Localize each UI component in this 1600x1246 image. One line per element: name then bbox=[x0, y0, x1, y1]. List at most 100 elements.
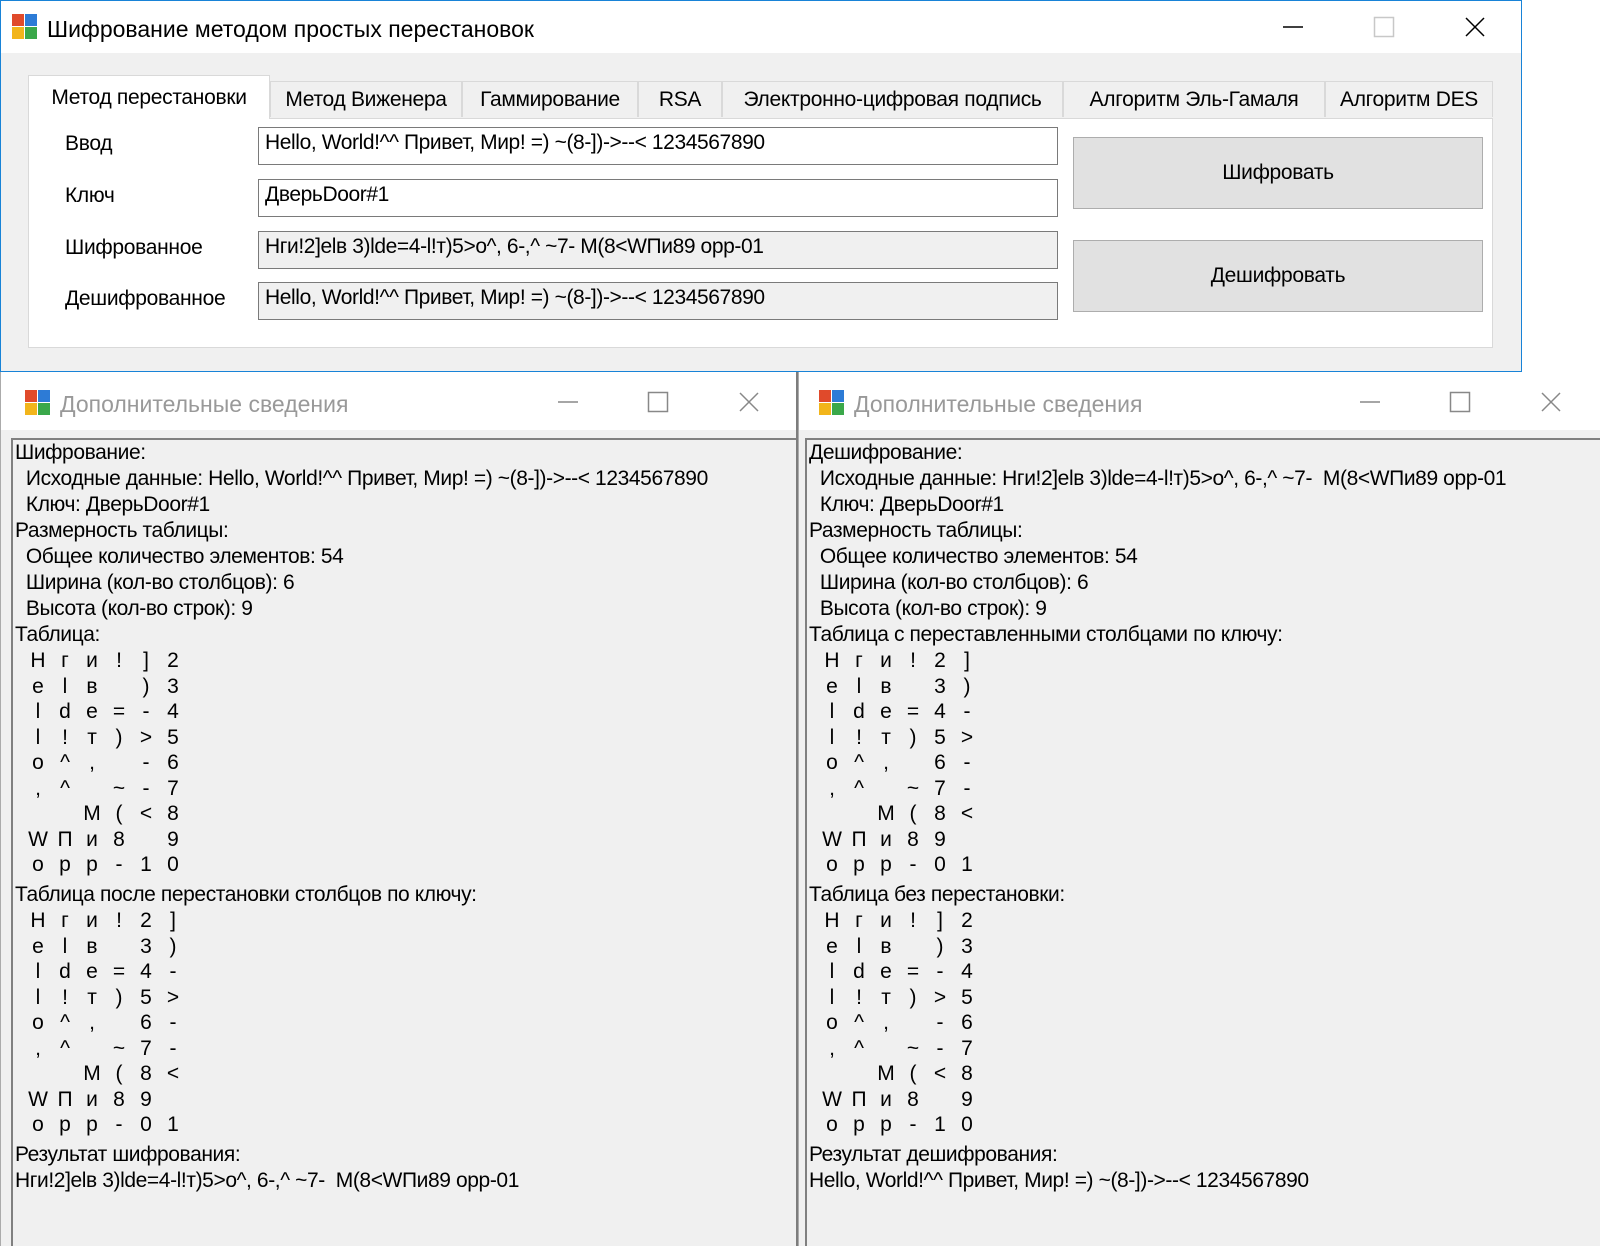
encrypt-button[interactable]: Шифровать bbox=[1073, 137, 1483, 209]
table-cell: в bbox=[86, 934, 98, 958]
table-cell: o bbox=[826, 1113, 838, 1136]
table-cell: 9 bbox=[961, 1087, 973, 1111]
close-button[interactable] bbox=[1452, 7, 1498, 47]
minimize-button[interactable] bbox=[1347, 382, 1393, 422]
maximize-button[interactable] bbox=[635, 382, 681, 422]
table-cell: ) bbox=[963, 674, 971, 698]
table-cell: = bbox=[112, 960, 126, 983]
app-icon bbox=[12, 14, 38, 40]
table-cell: e bbox=[826, 934, 838, 958]
table-cell: < bbox=[960, 802, 974, 825]
table-cell: d bbox=[853, 960, 865, 983]
table-cell: l bbox=[35, 700, 41, 723]
table-cell: 4 bbox=[961, 960, 973, 983]
table-cell: ! bbox=[910, 909, 916, 932]
table-cell: 0 bbox=[167, 853, 179, 876]
table-cell: ! bbox=[856, 725, 862, 749]
width-line: Ширина (кол-во столбцов): 6 bbox=[809, 571, 1089, 594]
table-cell: l bbox=[856, 934, 862, 958]
table-cell: 0 bbox=[961, 1113, 973, 1136]
decrypted-field[interactable]: Hello, World!^^ Привет, Мир! =) ~(8-])->… bbox=[258, 282, 1058, 320]
maximize-button[interactable] bbox=[1361, 7, 1407, 47]
key-field[interactable]: ДверьDoor#1 bbox=[258, 179, 1058, 217]
table-cell: 8 bbox=[934, 802, 946, 825]
minimize-icon bbox=[1283, 26, 1303, 28]
table-cell: e bbox=[32, 674, 44, 698]
table-cell: в bbox=[880, 934, 892, 958]
close-button[interactable] bbox=[1528, 382, 1574, 422]
table-cell: e bbox=[826, 674, 838, 698]
tab-des[interactable]: Алгоритм DES bbox=[1325, 81, 1493, 117]
main-titlebar[interactable]: Шифрование методом простых перестановок bbox=[1, 1, 1521, 53]
section-header: Дешифрование: bbox=[809, 441, 963, 464]
result-line: Hги!2]elв 3)lde=4-l!т)5>o^, 6-,^ ~7- M(8… bbox=[15, 1169, 519, 1192]
tab-rsa[interactable]: RSA bbox=[638, 81, 722, 117]
table-cell: ^ bbox=[854, 776, 864, 800]
table-cell: 8 bbox=[113, 827, 125, 851]
table-cell: M bbox=[877, 802, 895, 825]
table-cell: - bbox=[936, 1036, 944, 1060]
info-left-titlebar[interactable]: Дополнительные сведения bbox=[1, 372, 796, 430]
tab-permutation[interactable]: Метод перестановки bbox=[28, 75, 270, 119]
label-decrypted: Дешифрованное bbox=[65, 287, 226, 310]
input-field[interactable]: Hello, World!^^ Привет, Мир! =) ~(8-])->… bbox=[258, 127, 1058, 165]
info-right-titlebar[interactable]: Дополнительные сведения bbox=[799, 372, 1600, 430]
main-window: Шифрование методом простых перестановок … bbox=[0, 0, 1522, 372]
table-cell: = bbox=[906, 960, 920, 983]
table-cell: d bbox=[853, 700, 865, 723]
table-cell: p bbox=[880, 853, 892, 876]
table-cell: и bbox=[86, 649, 98, 672]
encrypted-field[interactable]: Hги!2]elв 3)lde=4-l!т)5>o^, 6-,^ ~7- M(8… bbox=[258, 231, 1058, 269]
tab-gamma[interactable]: Гаммирование bbox=[462, 81, 638, 117]
table-cell: l bbox=[35, 985, 41, 1009]
decrypt-button[interactable]: Дешифровать bbox=[1073, 240, 1483, 312]
table-cell: 9 bbox=[167, 827, 179, 851]
minimize-button[interactable] bbox=[1270, 7, 1316, 47]
label-input: Ввод bbox=[65, 132, 113, 155]
tab-elgamal[interactable]: Алгоритм Эль-Гамаля bbox=[1063, 81, 1325, 117]
info-left-title: Дополнительные сведения bbox=[60, 391, 349, 417]
table-cell: 5 bbox=[934, 725, 946, 749]
table-cell: - bbox=[169, 1011, 177, 1034]
table-cell: 1 bbox=[934, 1113, 946, 1136]
table-cell: e bbox=[880, 960, 892, 983]
table-cell: ~ bbox=[906, 1036, 920, 1060]
maximize-icon bbox=[1449, 391, 1471, 413]
table-cell: > bbox=[933, 985, 947, 1009]
table-cell: ! bbox=[910, 649, 916, 672]
table-cell: o bbox=[32, 1011, 44, 1034]
table-cell: ! bbox=[116, 649, 122, 672]
table-cell: - bbox=[142, 776, 150, 800]
table-cell: 4 bbox=[140, 960, 152, 983]
table-cell: 1 bbox=[167, 1113, 179, 1136]
table-cell: ] bbox=[964, 649, 970, 672]
minimize-button[interactable] bbox=[545, 382, 591, 422]
total-line: Общее количество элементов: 54 bbox=[809, 545, 1138, 568]
table-cell: ^ bbox=[60, 1011, 70, 1034]
info-right-text[interactable]: Дешифрование: Исходные данные: Hги!2]elв… bbox=[805, 438, 1600, 1246]
table-cell: H bbox=[824, 649, 840, 672]
table-cell: , bbox=[883, 1011, 889, 1034]
table-cell: p bbox=[853, 853, 865, 876]
table-cell: - bbox=[169, 960, 177, 983]
table-cell: 5 bbox=[167, 725, 179, 749]
table-cell: 3 bbox=[934, 674, 946, 698]
table-cell: ^ bbox=[854, 1011, 864, 1034]
info-left-text[interactable]: Шифрование: Исходные данные: Hello, Worl… bbox=[11, 438, 796, 1246]
maximize-button[interactable] bbox=[1437, 382, 1483, 422]
minimize-icon bbox=[1360, 401, 1380, 403]
info-right-title: Дополнительные сведения bbox=[854, 391, 1143, 417]
table-cell: г bbox=[855, 909, 863, 932]
table-cell: o bbox=[32, 1113, 44, 1136]
table-cell: p bbox=[59, 853, 71, 876]
table-cell: 4 bbox=[167, 700, 179, 723]
height-line: Высота (кол-во строк): 9 bbox=[809, 597, 1047, 620]
tab-vigenere[interactable]: Метод Виженера bbox=[270, 81, 462, 117]
label-encrypted: Шифрованное bbox=[65, 236, 203, 259]
table-cell: - bbox=[169, 1036, 177, 1060]
table-cell: l bbox=[829, 985, 835, 1009]
table-cell: ) bbox=[115, 985, 123, 1009]
table-cell: - bbox=[963, 700, 971, 723]
close-button[interactable] bbox=[726, 382, 772, 422]
tab-digital-signature[interactable]: Электронно-цифровая подпись bbox=[722, 81, 1063, 117]
